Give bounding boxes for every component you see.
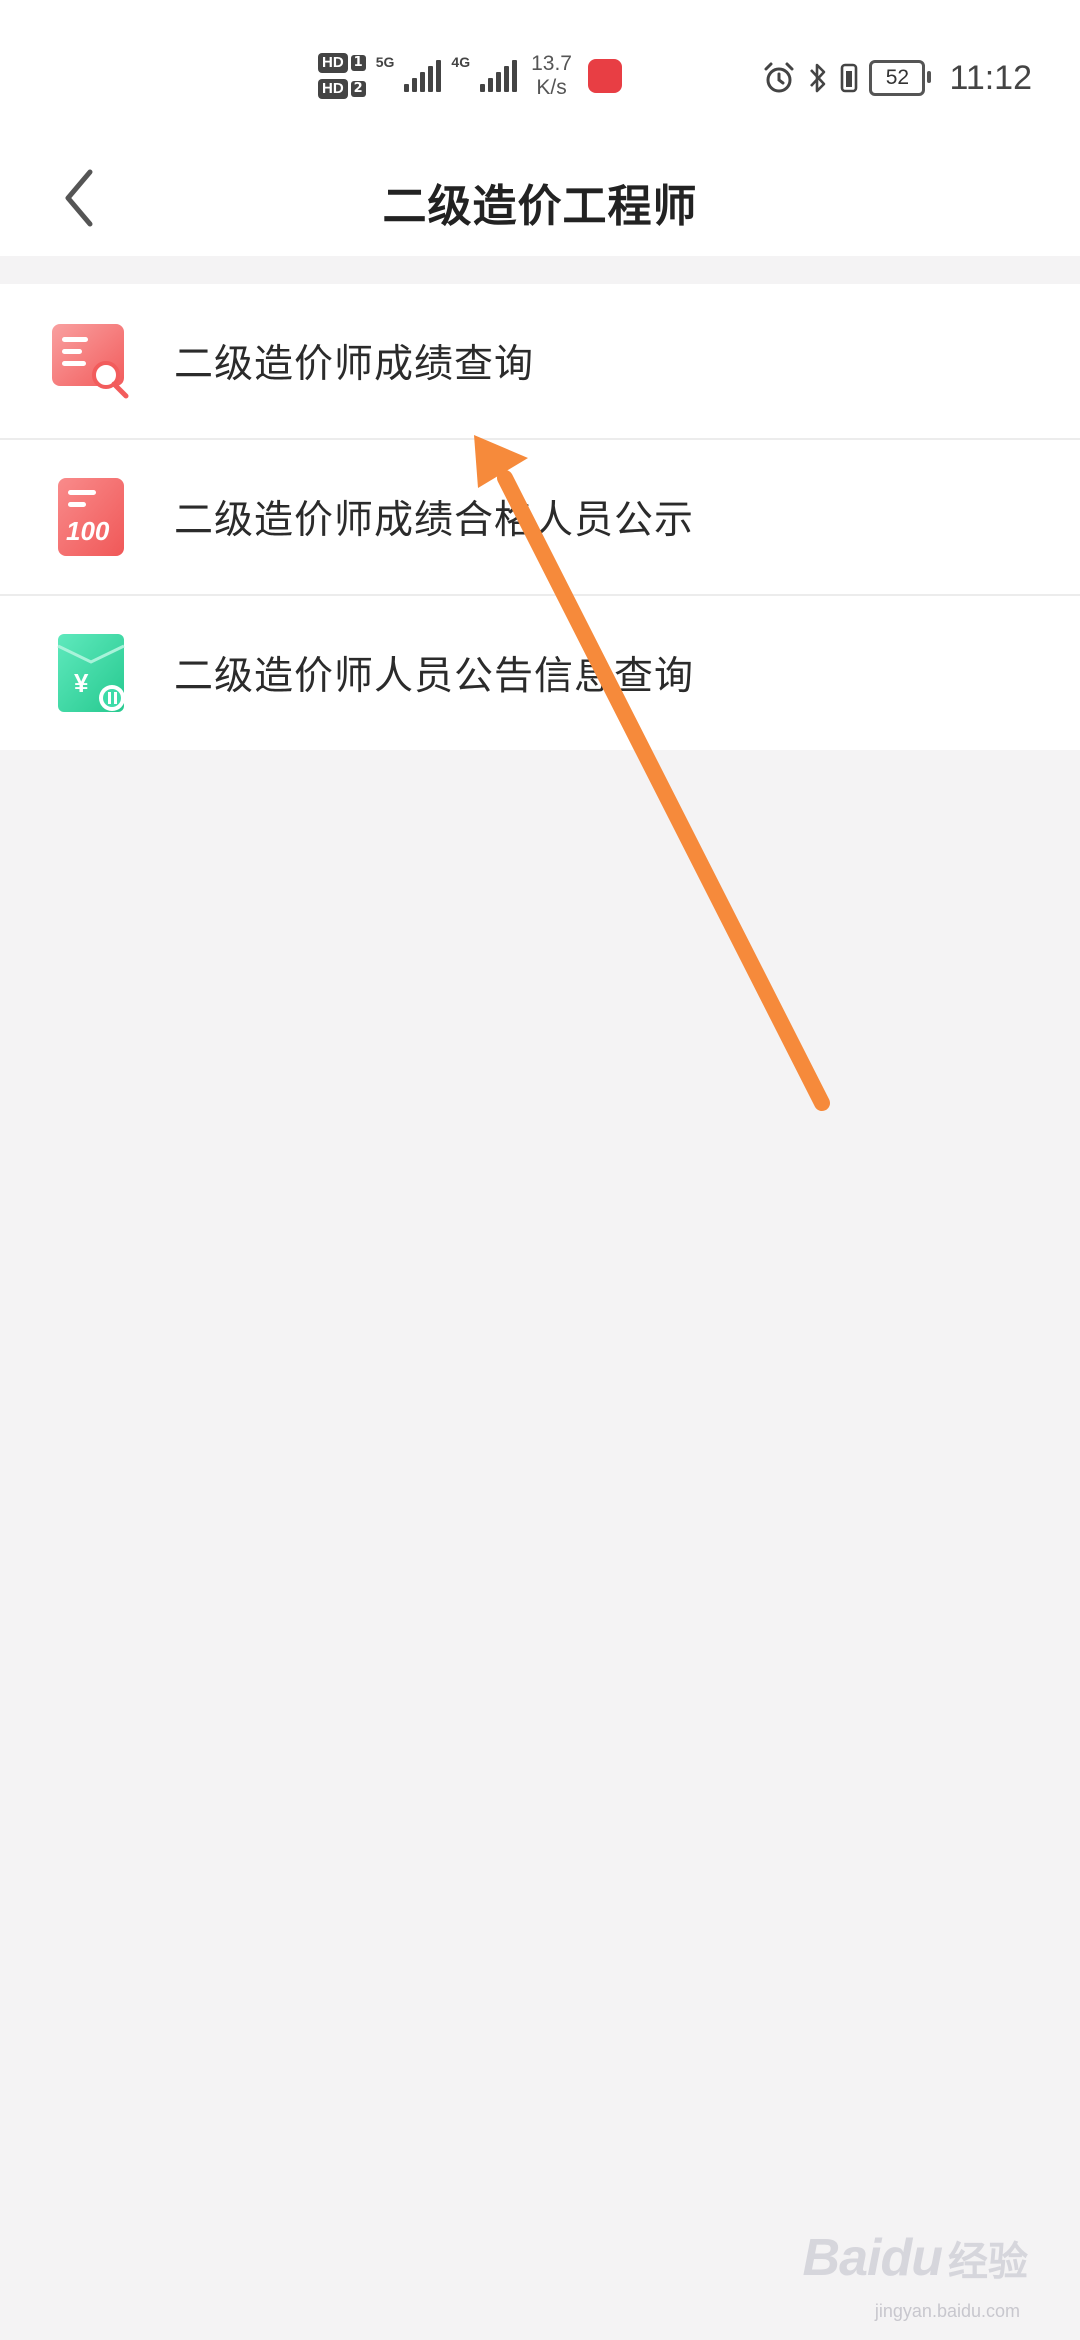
- watermark-text: 经验: [948, 2239, 1028, 2285]
- sim-index: 1: [350, 55, 366, 71]
- app-store-icon: [587, 59, 622, 93]
- status-bar: HD 1 HD 2 5G 4G 13.7 K/s 52 11:12: [0, 0, 1080, 140]
- vibrate-icon: [841, 63, 858, 93]
- sim-index: 2: [350, 81, 366, 97]
- menu-item-label: 二级造价师成绩查询: [174, 342, 535, 387]
- watermark-brand: Baidu: [802, 2229, 943, 2287]
- yuan-notice-icon: ¥: [57, 634, 125, 712]
- hd-tag: HD: [318, 53, 348, 73]
- score-search-icon: [52, 324, 129, 399]
- hd-tag: HD: [318, 79, 348, 99]
- status-bar-right: 52 11:12: [761, 52, 1032, 104]
- sim1-indicator: HD 1: [318, 53, 366, 73]
- speed-unit: K/s: [536, 76, 567, 99]
- speed-value: 13.7: [531, 52, 572, 75]
- score-100-icon: 100: [58, 478, 124, 556]
- status-bar-left: HD 1 HD 2 5G 4G 13.7 K/s: [318, 48, 622, 104]
- page-title: 二级造价工程师: [382, 181, 698, 232]
- svg-text:100: 100: [66, 516, 110, 546]
- menu-item-label: 二级造价师人员公告信息查询: [174, 654, 695, 699]
- network-type-1: 5G: [375, 54, 395, 70]
- network-speed: 13.7 K/s: [531, 52, 572, 100]
- menu-item-score-query[interactable]: 二级造价师成绩查询: [0, 284, 1080, 440]
- menu-item-notice-query[interactable]: ¥ 二级造价师人员公告信息查询: [0, 596, 1080, 750]
- network-type-2: 4G: [451, 54, 471, 70]
- bluetooth-icon: [810, 63, 826, 93]
- sim2-indicator: HD 2: [318, 79, 366, 99]
- status-clock: 11:12: [949, 58, 1032, 97]
- menu-item-qualified-list[interactable]: 100 二级造价师成绩合格人员公示: [0, 440, 1080, 596]
- svg-text:¥: ¥: [74, 668, 89, 698]
- watermark-site: jingyan.baidu.com: [874, 2301, 1020, 2321]
- nav-bar: 二级造价工程师: [0, 140, 1080, 256]
- baidu-watermark: Baidu 经验: [803, 2228, 1028, 2288]
- sim-indicators: HD 1 HD 2: [318, 53, 366, 99]
- menu-list: 二级造价师成绩查询 100 二级造价师成绩合格人员公示 ¥ 二级造价师人员公告信…: [0, 284, 1080, 750]
- signal-strength-icon: [404, 60, 442, 92]
- battery-icon: 52: [869, 60, 932, 96]
- signal-strength-icon: [480, 60, 518, 92]
- battery-level: 52: [885, 66, 910, 89]
- menu-item-label: 二级造价师成绩合格人员公示: [174, 498, 695, 543]
- alarm-icon: [764, 62, 794, 93]
